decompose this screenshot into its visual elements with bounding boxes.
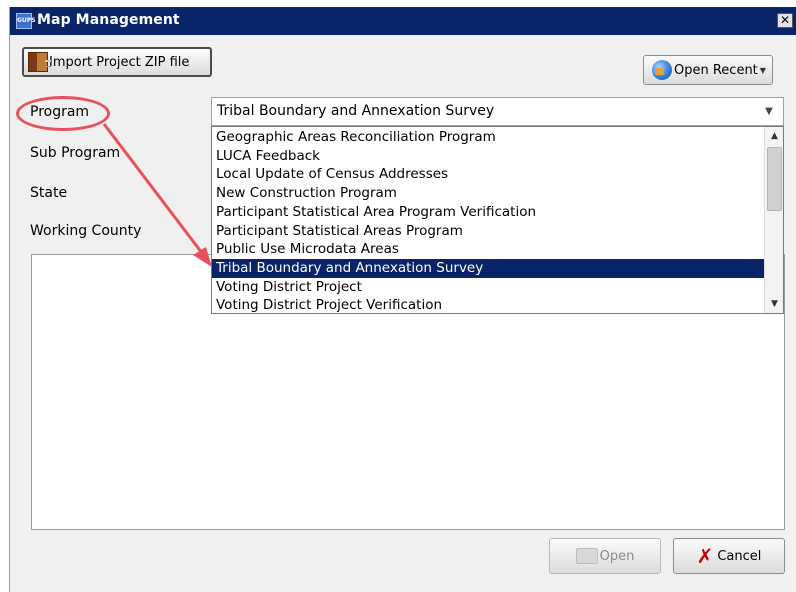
app-icon: GUPS [16,13,36,29]
zip-archive-icon [28,52,51,72]
open-recent-button[interactable]: Open Recent ▼ [643,55,773,85]
dropdown-option[interactable]: Participant Statistical Areas Program [212,222,764,241]
window-title: Map Management [37,12,180,28]
dropdown-option-selected[interactable]: Tribal Boundary and Annexation Survey [212,258,764,278]
open-button[interactable]: Open [549,538,661,574]
annotation-ellipse [16,96,110,131]
open-button-label: Open [599,548,635,564]
dropdown-option[interactable]: Participant Statistical Area Program Ver… [212,203,764,222]
dropdown-option[interactable]: LUCA Feedback [212,147,764,166]
sub-program-label: Sub Program [30,145,121,161]
title-bar[interactable]: GUPS Map Management ✕ [10,7,796,35]
dropdown-scrollbar[interactable]: ▲ ▼ [764,127,783,313]
cancel-button-label: Cancel [717,548,762,564]
chevron-down-icon: ▼ [759,65,766,75]
folder-icon [575,548,598,564]
dropdown-option[interactable]: Geographic Areas Reconciliation Program [212,128,764,147]
state-label: State [30,185,68,201]
program-dropdown-list[interactable]: Geographic Areas Reconciliation Program … [211,126,784,314]
program-select[interactable]: Tribal Boundary and Annexation Survey ▼ [211,97,784,126]
open-recent-label: Open Recent [674,62,758,78]
scroll-up-icon[interactable]: ▲ [765,127,784,145]
cancel-button[interactable]: ✗ Cancel [673,538,785,574]
dropdown-option[interactable]: Voting District Project Verification [212,296,764,315]
scrollbar-thumb[interactable] [767,147,782,211]
scroll-down-icon[interactable]: ▼ [765,295,784,313]
working-county-label: Working County [30,223,142,239]
chevron-down-icon[interactable]: ▼ [755,98,783,125]
import-project-zip-button[interactable]: Import Project ZIP file [22,47,212,77]
program-select-value: Tribal Boundary and Annexation Survey [217,103,495,119]
dropdown-option[interactable]: New Construction Program [212,184,764,203]
globe-icon [652,60,672,80]
dropdown-option[interactable]: Public Use Microdata Areas [212,240,764,259]
close-button[interactable]: ✕ [777,13,793,28]
import-button-label: Import Project ZIP file [49,54,190,70]
red-x-icon: ✗ [696,544,714,568]
dropdown-option[interactable]: Local Update of Census Addresses [212,165,764,184]
dropdown-option[interactable]: Voting District Project [212,278,764,297]
